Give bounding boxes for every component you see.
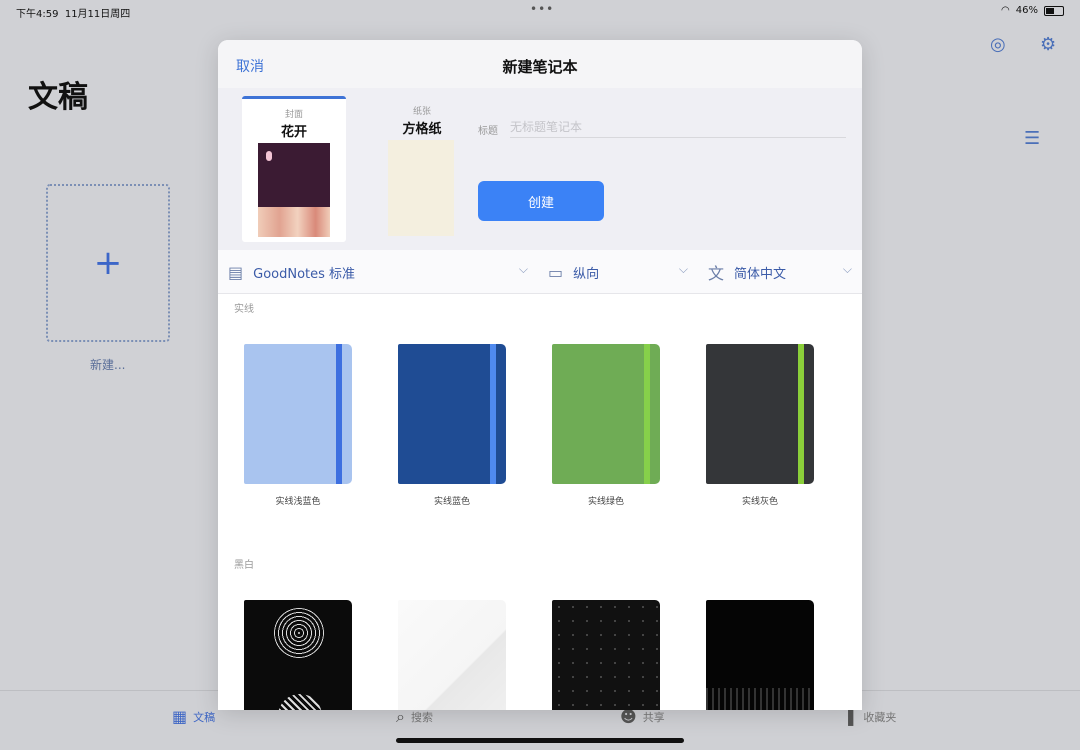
status-time: 下午4:59 11月11日周四 [16, 9, 131, 20]
sheet-title: 新建笔记本 [502, 58, 578, 76]
select-icon[interactable]: ◎ [990, 34, 1006, 55]
pattern-decoration [706, 688, 814, 710]
home-indicator[interactable] [396, 738, 684, 743]
blossom-decoration [266, 151, 272, 161]
new-document-tile[interactable]: + [46, 184, 170, 342]
page-title: 文稿 [28, 80, 88, 115]
battery-icon [1044, 5, 1064, 16]
cover-gallery: 实线 实线浅蓝色 实线蓝色 实线绿色 实线灰色 黑白 [218, 294, 862, 710]
notebook-cover[interactable] [398, 344, 506, 484]
section-label: 实线 [234, 304, 254, 315]
striped-circle-decoration [278, 694, 322, 710]
multitask-dots-icon[interactable]: ••• [530, 2, 554, 16]
list-view-icon[interactable]: ☰ [1024, 128, 1040, 149]
paper-selector[interactable]: 纸张 方格纸 [370, 96, 474, 242]
notebook-cover[interactable] [706, 600, 814, 710]
chevron-down-icon: ⌵ [518, 262, 528, 276]
chevron-down-icon: ⌵ [678, 262, 688, 276]
cover-selector[interactable]: 封面 花开 [242, 96, 346, 242]
battery-percent: 46% [1015, 5, 1038, 16]
notebook-cover-label: 实线蓝色 [433, 497, 470, 507]
paper-name: 方格纸 [402, 122, 442, 137]
plus-icon: + [93, 243, 123, 283]
title-input[interactable] [510, 116, 846, 138]
cover-thumbnail [258, 143, 330, 237]
sheet-header: 取消 新建笔记本 [218, 40, 862, 88]
search-icon: ⌕ [396, 707, 405, 726]
notebook-cover[interactable] [552, 600, 660, 710]
paper-caption: 纸张 [412, 107, 431, 117]
orientation-dropdown[interactable]: ▭ 纵向 ⌵ [538, 250, 698, 294]
notebook-cover[interactable] [552, 344, 660, 484]
template-icon: ▤ [228, 262, 244, 282]
notebook-cover-label: 实线灰色 [741, 497, 778, 507]
status-bar: 下午4:59 11月11日周四 ••• ◠ 46% [0, 0, 1080, 22]
template-dropdown[interactable]: ▤ GoodNotes 标准 ⌵ [218, 250, 538, 294]
paper-thumbnail [388, 140, 454, 236]
wifi-icon: ◠ [1001, 5, 1010, 16]
translate-icon: 文 [708, 264, 725, 283]
notebook-cover[interactable] [398, 600, 506, 710]
dotted-circle-decoration [274, 608, 324, 658]
new-notebook-sheet: 取消 新建笔记本 封面 花开 纸张 方格纸 标题 创建 ▤ GoodNotes … [218, 40, 862, 710]
notebook-cover[interactable] [244, 600, 352, 710]
tab-documents[interactable]: ▦ 文稿 [172, 707, 215, 726]
notebook-cover-label: 实线浅蓝色 [275, 497, 321, 507]
floral-pattern [258, 207, 330, 237]
grid-icon: ▦ [172, 707, 188, 726]
title-label: 标题 [478, 126, 498, 137]
notebook-cover[interactable] [706, 344, 814, 484]
notebook-cover[interactable] [244, 344, 352, 484]
create-button[interactable]: 创建 [478, 181, 604, 221]
options-bar: ▤ GoodNotes 标准 ⌵ ▭ 纵向 ⌵ 文 简体中文 ⌵ [218, 250, 862, 294]
chevron-down-icon: ⌵ [842, 262, 852, 276]
gear-icon[interactable]: ⚙ [1040, 34, 1056, 55]
cover-name: 花开 [280, 125, 307, 140]
cover-caption: 封面 [284, 110, 303, 120]
notebook-setup-panel: 封面 花开 纸张 方格纸 标题 创建 [218, 88, 862, 250]
tab-search[interactable]: ⌕ 搜索 [396, 707, 433, 727]
language-dropdown[interactable]: 文 简体中文 ⌵ [698, 250, 862, 294]
notebook-cover-label: 实线绿色 [587, 497, 624, 507]
section-label: 黑白 [234, 560, 254, 571]
orientation-icon: ▭ [548, 262, 564, 282]
new-document-label: 新建... [90, 358, 126, 372]
